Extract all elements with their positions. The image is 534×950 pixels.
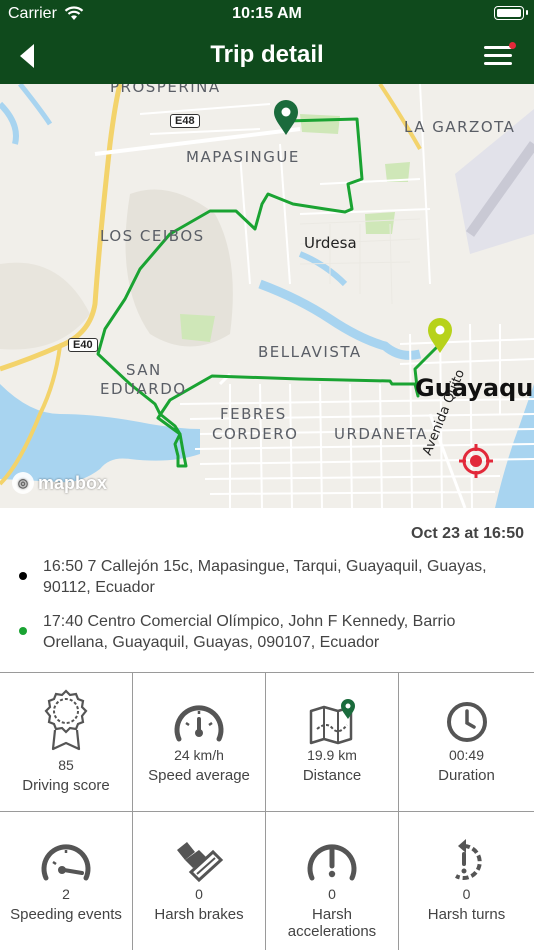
menu-button[interactable] xyxy=(484,42,516,70)
stat-value: 19.9 km xyxy=(307,747,357,763)
map-label-urdaneta: URDANETA xyxy=(334,425,428,443)
stat-label: Harsh brakes xyxy=(154,906,244,923)
map-label-san: SAN xyxy=(126,361,162,379)
mapbox-attribution[interactable]: ◎ mapbox xyxy=(12,472,107,494)
stats-grid: 85 Driving score 24 km/h Speed average 1… xyxy=(0,672,534,950)
stat-duration: 00:49 Duration xyxy=(399,673,534,812)
clock-icon xyxy=(399,699,534,745)
map-label-mapasingue: MAPASINGUE xyxy=(186,148,300,166)
end-address: 17:40 Centro Comercial Olímpico, John F … xyxy=(43,613,456,651)
back-button[interactable] xyxy=(12,40,44,72)
mapbox-icon: ◎ xyxy=(12,472,34,494)
hamburger-icon xyxy=(484,46,512,49)
road-badge-e48: E48 xyxy=(170,114,200,128)
start-address: 16:50 7 Callejón 15c, Mapasingue, Tarqui… xyxy=(43,558,487,596)
start-stop: 16:50 7 Callejón 15c, Mapasingue, Tarqui… xyxy=(0,556,534,600)
end-stop: 17:40 Centro Comercial Olímpico, John F … xyxy=(0,611,534,655)
map-label-la-garzota: LA GARZOTA xyxy=(404,118,516,136)
map-label-los-ceibos: LOS CEIBOS xyxy=(100,227,205,245)
acceleration-warning-icon xyxy=(266,838,398,884)
map-label-eduardo: EDUARDO xyxy=(100,380,187,398)
status-bar: Carrier 10:15 AM xyxy=(0,0,534,28)
trip-date: Oct 23 at 16:50 xyxy=(411,525,524,542)
stat-label: Speed average xyxy=(148,767,250,784)
stat-label: Duration xyxy=(438,767,495,784)
stat-value: 2 xyxy=(62,886,70,902)
stat-value: 0 xyxy=(328,886,336,902)
notification-dot xyxy=(509,42,516,49)
map-label-guayaquil: Guayaquil xyxy=(415,374,534,402)
road-badge-e40: E40 xyxy=(68,338,98,352)
map-pin-icon xyxy=(266,699,398,745)
trip-map[interactable]: PROSPERINA MAPASINGUE LA GARZOTA LOS CEI… xyxy=(0,84,534,508)
stat-harsh-turns: 0 Harsh turns xyxy=(399,812,534,950)
stat-distance: 19.9 km Distance xyxy=(266,673,399,812)
stat-driving-score: 85 Driving score xyxy=(0,673,133,812)
page-title: Trip detail xyxy=(210,41,324,68)
stat-speed-average: 24 km/h Speed average xyxy=(133,673,266,812)
stat-value: 0 xyxy=(195,886,203,902)
map-label-bellavista: BELLAVISTA xyxy=(258,343,362,361)
start-dot-icon xyxy=(19,572,27,580)
map-label-urdesa: Urdesa xyxy=(304,234,357,252)
speeding-gauge-icon xyxy=(0,838,132,884)
back-arrow-icon xyxy=(20,44,34,68)
target-icon[interactable] xyxy=(458,443,494,479)
battery-icon xyxy=(494,6,528,20)
stat-value: 85 xyxy=(58,757,74,773)
stat-label: Harsh turns xyxy=(427,906,506,923)
end-pin-icon[interactable] xyxy=(427,318,453,354)
map-label-febres: FEBRES xyxy=(220,405,287,423)
clock-time: 10:15 AM xyxy=(232,5,302,22)
stat-label: Distance xyxy=(302,767,362,784)
speedometer-icon xyxy=(133,699,265,745)
stat-value: 0 xyxy=(462,886,471,902)
stat-label: Harsh accelerations xyxy=(287,906,377,940)
stat-value: 00:49 xyxy=(448,747,485,763)
map-label-prosperina: PROSPERINA xyxy=(110,84,221,96)
map-label-cordero: CORDERO xyxy=(212,425,299,443)
stat-label: Driving score xyxy=(22,777,110,794)
stat-speeding-events: 2 Speeding events xyxy=(0,812,133,950)
end-dot-icon xyxy=(19,627,27,635)
stat-harsh-accelerations: 0 Harsh accelerations xyxy=(266,812,399,950)
stat-harsh-brakes: 0 Harsh brakes xyxy=(133,812,266,950)
stat-label: Speeding events xyxy=(10,906,122,923)
stat-value: 24 km/h xyxy=(174,747,224,763)
mapbox-label: mapbox xyxy=(38,472,108,493)
start-pin-icon[interactable] xyxy=(273,100,299,136)
brake-pedal-icon xyxy=(133,838,265,884)
nav-bar: Trip detail xyxy=(0,28,534,84)
badge-icon xyxy=(0,687,132,751)
turn-arrow-icon xyxy=(399,838,534,884)
